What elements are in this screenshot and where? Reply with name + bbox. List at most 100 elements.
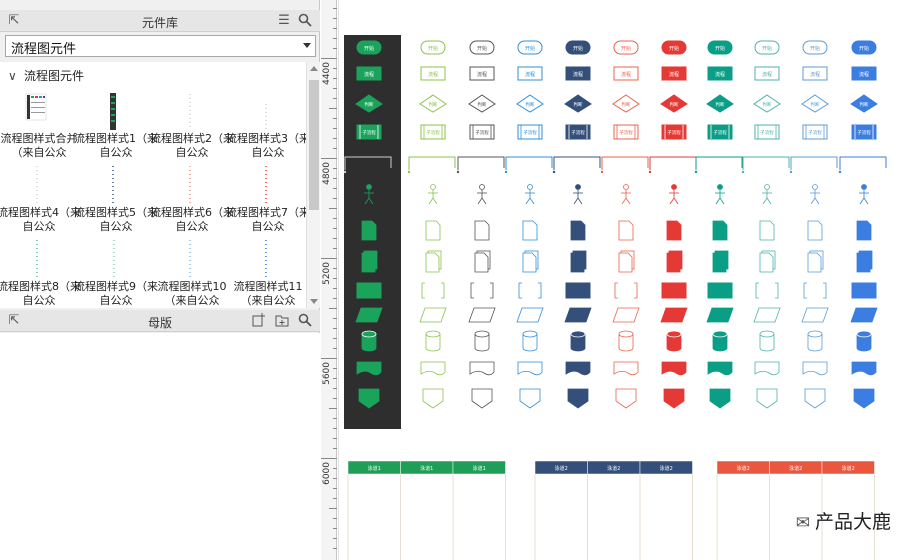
- item-thumbnail: [189, 166, 191, 204]
- scrollbar-thumb[interactable]: [309, 80, 319, 210]
- connector-dot: [600, 170, 604, 174]
- document-shape: [807, 220, 823, 241]
- shape-text: 判断: [670, 101, 679, 108]
- library-item[interactable]: 流程图样式11（来自公众: [229, 238, 307, 308]
- library-item[interactable]: 流程图样式6（来自公众: [150, 164, 234, 236]
- data-shape: [850, 307, 878, 323]
- library-item-label: 流程图样式2（来自公众: [150, 132, 234, 159]
- data-box-shape: [356, 282, 382, 299]
- data-box-shape: [565, 282, 591, 299]
- library-panel-header: ⇱ 元件库 ☰: [0, 10, 320, 32]
- swimlane-label: 泳道2: [660, 465, 673, 472]
- shape-text: 开始: [859, 45, 869, 52]
- bracket-line: [839, 156, 887, 170]
- search-icon[interactable]: [297, 13, 313, 29]
- card-shape: [661, 361, 687, 376]
- library-item-label: 流程图样式6（来自公众: [150, 206, 234, 233]
- shape-text: 开始: [525, 45, 535, 52]
- search-icon[interactable]: [297, 313, 313, 329]
- actor-leg: [863, 197, 869, 205]
- library-item[interactable]: 流程图样式8（来自公众: [0, 238, 81, 308]
- library-item-label: 流程图样式5（来自公众: [74, 206, 158, 233]
- shape-text: 判断: [478, 101, 487, 108]
- item-thumbnail: [265, 240, 267, 278]
- actor-leg: [525, 197, 531, 205]
- bracket-shape: [470, 282, 494, 299]
- library-item[interactable]: 流程图样式3（来自公众: [226, 90, 310, 162]
- item-thumbnail: [36, 166, 38, 204]
- database-top: [570, 330, 586, 338]
- library-item[interactable]: 流程图样式2（来自公众: [150, 90, 234, 162]
- shape-text: 判断: [716, 101, 725, 108]
- data-shape: [468, 307, 496, 323]
- bracket-line: [742, 156, 790, 170]
- offpage-connector-shape: [519, 388, 541, 409]
- item-thumbnail: [265, 104, 267, 130]
- actor-head: [527, 184, 533, 190]
- library-group-header[interactable]: ∨ 流程图元件: [8, 67, 84, 83]
- actor-head: [623, 184, 629, 190]
- card-shape: [517, 361, 543, 376]
- actor-leg: [719, 197, 725, 205]
- shape-text: 子流程: [619, 129, 633, 136]
- data-box-shape: [707, 282, 733, 299]
- menu-icon[interactable]: ☰: [276, 13, 292, 29]
- shape-text: 判断: [526, 101, 535, 108]
- swimlane-label: 泳道1: [473, 465, 486, 472]
- offpage-connector-shape: [663, 388, 685, 409]
- library-item-label: 流程图样式9（来自公众: [74, 280, 158, 307]
- connector-dot: [741, 170, 745, 174]
- shape-text: 子流程: [857, 129, 871, 136]
- actor-leg: [481, 197, 487, 205]
- shape-text: 流程: [428, 71, 438, 78]
- actor-head: [430, 184, 436, 190]
- item-thumbnail: [113, 240, 115, 278]
- actor-leg: [810, 197, 816, 205]
- actor-head: [671, 184, 677, 190]
- multi-document-front: [570, 252, 585, 273]
- multi-document-front: [712, 252, 727, 273]
- scroll-up-icon[interactable]: [310, 66, 318, 71]
- item-thumbnail: [189, 240, 191, 278]
- library-scrollbar[interactable]: [306, 62, 320, 308]
- offpage-connector-shape: [756, 388, 778, 409]
- card-shape: [565, 361, 591, 376]
- swimlane-label: 泳道2: [737, 465, 750, 472]
- actor-leg: [432, 197, 438, 205]
- shape-text: 开始: [715, 45, 725, 52]
- shape-text: 开始: [621, 45, 631, 52]
- shape-text: 子流程: [760, 129, 774, 136]
- library-select[interactable]: 流程图元件: [5, 35, 316, 57]
- scroll-down-icon[interactable]: [310, 299, 318, 304]
- library-item[interactable]: 流程图样式1（来自公众: [74, 90, 158, 162]
- data-shape: [516, 307, 544, 323]
- database-top: [425, 330, 441, 338]
- library-item[interactable]: 流程图样式合并（来自公众: [0, 90, 78, 162]
- library-item[interactable]: 流程图样式4（来自公众: [0, 164, 81, 236]
- actor-head: [764, 184, 770, 190]
- shape-text: 开始: [810, 45, 820, 52]
- actor-head: [575, 184, 581, 190]
- shape-text: 流程: [715, 71, 725, 78]
- document-shape: [474, 220, 490, 241]
- library-item-label: 流程图样式4（来自公众: [0, 206, 81, 233]
- shape-text: 开始: [428, 45, 438, 52]
- actor-leg: [673, 197, 679, 205]
- library-item-label: 流程图样式7（来自公众: [226, 206, 310, 233]
- watermark-text: 产品大鹿: [814, 511, 891, 533]
- add-master-icon[interactable]: [250, 313, 266, 329]
- library-item[interactable]: 流程图样式5（来自公众: [74, 164, 158, 236]
- library-item[interactable]: 流程图样式7（来自公众: [226, 164, 310, 236]
- add-folder-icon[interactable]: [274, 313, 290, 329]
- bracket-shape: [755, 282, 779, 299]
- library-item[interactable]: 流程图样式9（来自公众: [74, 238, 158, 308]
- connector-dot: [407, 170, 411, 174]
- offpage-connector-shape: [422, 388, 444, 409]
- design-canvas[interactable]: 4400 4800 5200 5600 6000 开始 流程 判断 子流程 开始 流程 判断 子流程开…: [321, 0, 915, 560]
- connector-dot: [456, 170, 460, 174]
- library-select-value: 流程图元件: [11, 42, 77, 57]
- actor-leg: [428, 197, 434, 205]
- library-item[interactable]: 流程图样式10（来自公众: [153, 238, 231, 308]
- card-shape: [469, 361, 495, 376]
- bracket-line: [505, 156, 553, 170]
